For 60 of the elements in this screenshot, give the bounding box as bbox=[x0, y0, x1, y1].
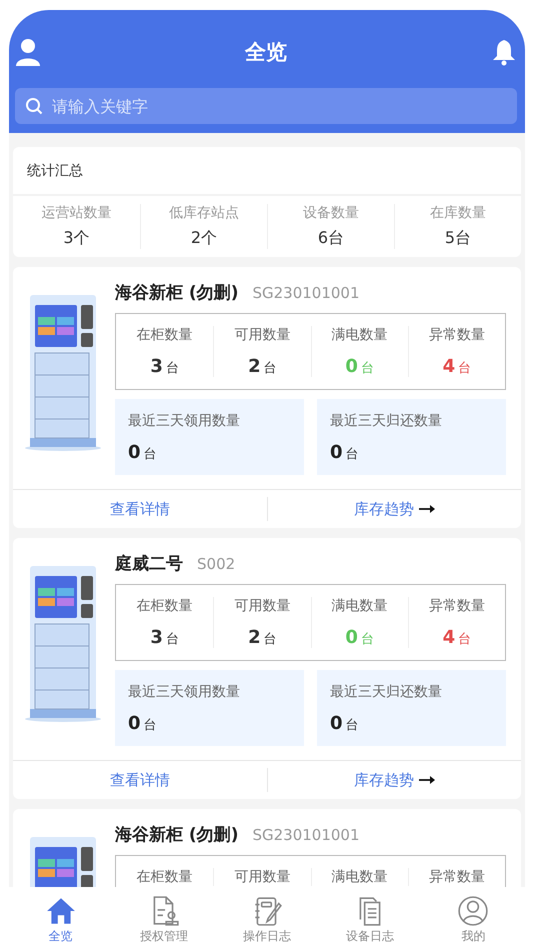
tab[interactable]: 设备日志 bbox=[318, 887, 422, 950]
stat-value: 3个 bbox=[63, 228, 90, 249]
stat-label: 异常数量 bbox=[428, 597, 485, 615]
stat-label: 运营站数量 bbox=[42, 204, 112, 222]
search-icon bbox=[25, 97, 43, 115]
recent-value: 0 台 bbox=[128, 442, 158, 463]
stat-value: 2 台 bbox=[248, 356, 277, 377]
stat-label: 可用数量 bbox=[234, 597, 290, 615]
stat-value: 6台 bbox=[318, 228, 344, 249]
stat-value: 2个 bbox=[190, 228, 218, 249]
tab[interactable]: 全览 bbox=[9, 887, 112, 950]
details-link[interactable]: 查看详情 bbox=[13, 490, 267, 528]
stat-label: 在柜数量 bbox=[136, 597, 193, 615]
cabinet-name: 海谷新柜 (勿删) bbox=[115, 824, 238, 846]
stat-value: 3 台 bbox=[150, 356, 179, 377]
stat-label: 异常数量 bbox=[428, 868, 485, 886]
trend-link[interactable]: 库存趋势 bbox=[267, 497, 521, 521]
details-link[interactable]: 查看详情 bbox=[13, 761, 267, 799]
arrow-right-icon bbox=[419, 505, 435, 513]
summary-title: 统计汇总 bbox=[13, 147, 521, 196]
user-icon[interactable] bbox=[15, 38, 41, 66]
stat-label: 在柜数量 bbox=[136, 868, 193, 886]
tab[interactable]: 授权管理 bbox=[112, 887, 216, 950]
stat-label: 在柜数量 bbox=[136, 326, 193, 344]
profile-icon bbox=[457, 895, 490, 927]
recent-value: 0 台 bbox=[330, 442, 360, 463]
stat-value: 5台 bbox=[444, 228, 472, 249]
stat-label: 可用数量 bbox=[234, 326, 290, 344]
recent-value: 0 台 bbox=[128, 713, 158, 734]
stat-label: 满电数量 bbox=[332, 597, 388, 615]
stat-value: 2 台 bbox=[248, 627, 277, 648]
cabinet-code: SG230101001 bbox=[252, 284, 360, 302]
recent-value: 0 台 bbox=[330, 713, 360, 734]
recent-label: 最近三天领用数量 bbox=[128, 412, 241, 430]
stat-label: 设备数量 bbox=[303, 204, 359, 222]
cabinet-code: S002 bbox=[197, 555, 236, 573]
tab[interactable]: 操作日志 bbox=[215, 887, 319, 950]
recent-label: 最近三天归还数量 bbox=[330, 412, 443, 430]
stat-label: 低库存站点 bbox=[169, 204, 239, 222]
stat-value: 0 台 bbox=[345, 627, 374, 648]
bell-icon[interactable] bbox=[491, 38, 517, 66]
stat-label: 满电数量 bbox=[332, 326, 388, 344]
recent-label: 最近三天归还数量 bbox=[330, 683, 443, 701]
stat-value: 4 台 bbox=[442, 627, 472, 648]
stat-label: 在库数量 bbox=[430, 204, 486, 222]
recent-label: 最近三天领用数量 bbox=[128, 683, 241, 701]
cabinet-name: 庭威二号 bbox=[115, 553, 183, 575]
arrow-right-icon bbox=[419, 776, 435, 784]
stat-value: 0 台 bbox=[345, 356, 374, 377]
trend-link[interactable]: 库存趋势 bbox=[267, 768, 521, 792]
tab[interactable]: 我的 bbox=[422, 887, 525, 950]
page-title: 全览 bbox=[245, 39, 287, 66]
search-field[interactable]: 请输入关键字 bbox=[15, 88, 517, 124]
stat-value: 3 台 bbox=[150, 627, 179, 648]
stat-label: 满电数量 bbox=[332, 868, 388, 886]
stat-label: 异常数量 bbox=[428, 326, 485, 344]
cabinet-code: SG230101001 bbox=[252, 826, 360, 844]
stat-label: 可用数量 bbox=[234, 868, 290, 886]
stat-value: 4 台 bbox=[442, 356, 472, 377]
cabinet-name: 海谷新柜 (勿删) bbox=[115, 282, 238, 304]
